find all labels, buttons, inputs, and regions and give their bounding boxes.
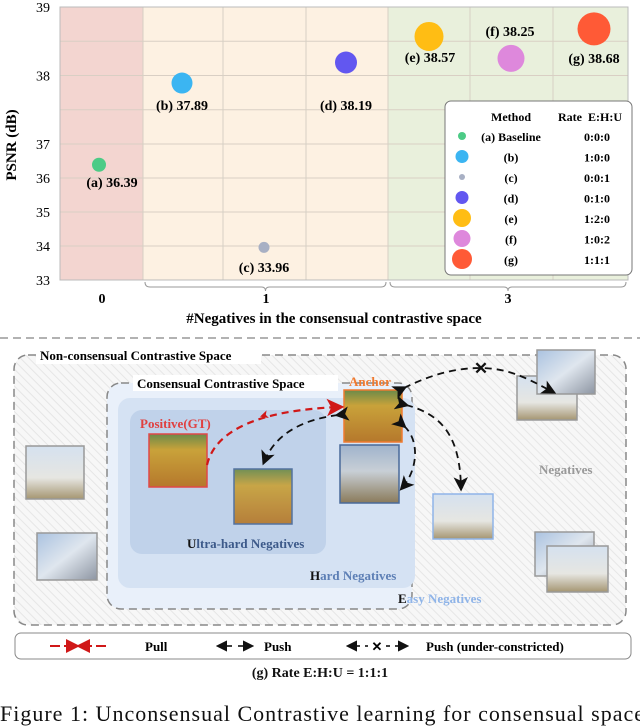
legend-marker-b xyxy=(455,150,469,163)
data-label-b: (b) 37.89 xyxy=(156,99,208,114)
psnr-scatter-chart: 33 34 35 36 37 38 39 0 1 3 (a) 36.39 (b) 37.89 (c)… xyxy=(4,1,633,327)
x-axis-label: #Negatives in the consensual contrastive… xyxy=(186,311,482,327)
data-label-f: (f) 38.25 xyxy=(486,25,535,40)
y-tick-label: 34 xyxy=(36,240,50,255)
legend-marker-g xyxy=(452,249,472,269)
hard-negatives-label: Hard Negatives xyxy=(310,568,396,583)
y-tick-label: 37 xyxy=(36,138,50,153)
hard-negative-image xyxy=(339,444,400,504)
legend-header-rate: Rate E:H:U xyxy=(558,110,622,124)
data-label-g: (g) 38.68 xyxy=(568,52,619,67)
legend-method-e: (e) xyxy=(504,212,517,226)
svg-text:✕: ✕ xyxy=(372,639,383,654)
data-label-a: (a) 36.39 xyxy=(86,176,137,191)
push-under-constricted-legend-label: Push (under-constricted) xyxy=(426,639,564,654)
data-label-d: (d) 38.19 xyxy=(320,99,372,114)
legend-method-b: (b) xyxy=(504,151,519,165)
data-point-a xyxy=(92,157,106,172)
group-brace xyxy=(144,281,387,292)
legend-marker-a xyxy=(458,132,466,140)
easy-negatives-label: Easy Negatives xyxy=(398,591,481,606)
negative-image-left-bottom xyxy=(36,532,98,581)
y-tick-label: 35 xyxy=(36,206,50,221)
cross-icon: ✕ xyxy=(474,359,488,378)
legend-box xyxy=(444,100,633,276)
group-brace xyxy=(389,281,627,292)
push-legend-label: Push xyxy=(264,639,292,654)
pull-legend-label: Pull xyxy=(145,639,168,654)
figure-caption: Figure 1: Unconsensual Contrastive learn… xyxy=(0,701,640,726)
easy-negative-image xyxy=(432,493,494,540)
x-tick-label: 0 xyxy=(99,292,106,307)
x-tick-label: 1 xyxy=(263,292,270,307)
subcaption: (g) Rate E:H:U = 1:1:1 xyxy=(251,666,389,681)
legend-method-f: (f) xyxy=(505,233,517,247)
legend-marker-e xyxy=(453,209,471,227)
data-label-c: (c) 33.96 xyxy=(239,261,290,276)
legend-header-method: Method xyxy=(491,110,531,124)
legend-marker-f xyxy=(453,230,471,247)
data-point-e xyxy=(414,21,444,51)
legend-method-a: (a) Baseline xyxy=(481,130,541,144)
legend-marker-d xyxy=(455,191,469,204)
negative-image-left-top xyxy=(25,445,85,500)
x-tick-label: 3 xyxy=(505,292,512,307)
legend-rate-e: 1:2:0 xyxy=(584,212,610,226)
legend-method-g: (g) xyxy=(504,253,518,267)
legend-rate-d: 0:1:0 xyxy=(584,192,610,206)
y-axis-label: PSNR (dB) xyxy=(4,109,20,180)
y-tick-label: 38 xyxy=(36,70,50,85)
legend-rate-c: 0:0:1 xyxy=(584,171,610,185)
legend-rate-f: 1:0:2 xyxy=(584,233,610,247)
y-tick-label: 36 xyxy=(36,172,50,187)
positive-gt-label: Positive(GT) xyxy=(140,416,211,431)
consensual-space-label: Consensual Contrastive Space xyxy=(137,376,305,391)
data-point-f xyxy=(497,44,525,72)
ultra-hard-negative-image xyxy=(233,468,293,525)
legend-method-d: (d) xyxy=(504,192,519,206)
legend-marker-c xyxy=(459,174,465,180)
anchor-image xyxy=(343,389,403,443)
legend-rate-a: 0:0:0 xyxy=(584,130,610,144)
anchor-label: Anchor xyxy=(349,374,391,389)
data-point-g xyxy=(577,12,611,46)
ultra-hard-negatives-label: Ultra-hard Negatives xyxy=(187,536,304,551)
data-point-c xyxy=(258,241,270,253)
data-label-e: (e) 38.57 xyxy=(405,51,456,66)
positive-gt-image xyxy=(148,433,208,488)
legend-rate-b: 1:0:0 xyxy=(584,151,610,165)
arrow-legend: Pull Push ✕ Push (under-constricted) xyxy=(14,632,632,660)
negatives-label: Negatives xyxy=(539,462,592,477)
contrastive-space-diagram: Non-consensual Contrastive Space Consens… xyxy=(0,337,640,626)
chart-legend: Method Rate E:H:U (a) Baseline 0:0:0 (b) 1:… xyxy=(444,100,633,276)
non-consensual-space-label: Non-consensual Contrastive Space xyxy=(40,348,232,363)
data-point-d xyxy=(335,51,357,74)
y-tick-label: 39 xyxy=(36,1,50,16)
y-tick-label: 33 xyxy=(36,274,50,289)
legend-rate-g: 1:1:1 xyxy=(584,253,610,267)
legend-method-c: (c) xyxy=(504,171,517,185)
data-point-b xyxy=(171,72,193,94)
